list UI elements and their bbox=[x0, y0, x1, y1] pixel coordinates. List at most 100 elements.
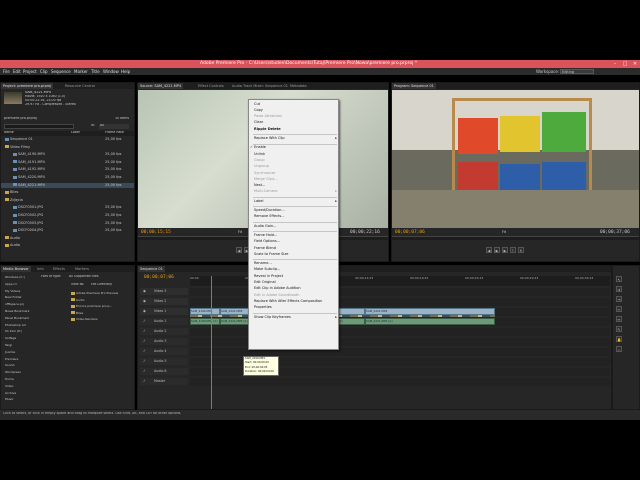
menu-edit[interactable]: Edit bbox=[13, 69, 21, 74]
track-header[interactable]: ♪ Audio 2 bbox=[140, 328, 188, 335]
project-item-row[interactable]: Audio bbox=[1, 243, 134, 248]
audio-clip[interactable]: SAM_4221.MP4 [A] bbox=[365, 318, 495, 325]
media-tree-item[interactable]: Joomla bbox=[3, 350, 39, 355]
project-item-row[interactable]: SAM_4192.MP4 25,00 fps bbox=[1, 167, 134, 172]
context-menu-item[interactable]: Audio Gain... bbox=[249, 224, 339, 230]
context-menu-item[interactable]: Properties bbox=[249, 305, 339, 311]
col-name[interactable]: Name bbox=[4, 131, 14, 135]
media-file-item[interactable]: Audio bbox=[71, 298, 133, 303]
speaker-icon[interactable]: ♪ bbox=[143, 368, 145, 375]
menu-window[interactable]: Window bbox=[103, 69, 119, 74]
zoom-tool-icon[interactable]: ⌕ bbox=[616, 346, 622, 352]
menu-file[interactable]: File bbox=[3, 69, 10, 74]
context-menu-item[interactable]: Nest... bbox=[249, 183, 339, 189]
tab-audio-mixer[interactable]: Audio Track Mixer: Sequence 01 bbox=[230, 83, 290, 89]
ripple-edit-tool-icon[interactable]: ⇥ bbox=[616, 296, 622, 302]
media-tree-item[interactable]: New Folder bbox=[3, 295, 39, 300]
project-item-row[interactable]: SAM_4190.MP4 25,00 fps bbox=[1, 152, 134, 157]
track-lane[interactable] bbox=[190, 378, 610, 386]
tab-effect-controls[interactable]: Effect Controls bbox=[196, 83, 226, 89]
context-menu-item[interactable]: Rename... bbox=[249, 261, 339, 267]
track-header[interactable]: ◉ Video 3 bbox=[140, 288, 188, 295]
media-file-item[interactable]: Biles bbox=[71, 311, 133, 316]
close-button[interactable]: ✕ bbox=[630, 60, 640, 68]
project-item-row[interactable]: Audio bbox=[1, 236, 134, 241]
maximize-button[interactable]: □ bbox=[620, 60, 630, 68]
context-menu-item[interactable]: Copy bbox=[249, 108, 339, 114]
context-menu-item[interactable]: Frame Blend bbox=[249, 246, 339, 252]
track-header[interactable]: ♪ Audio 3 bbox=[140, 338, 188, 345]
minimize-button[interactable]: – bbox=[610, 60, 620, 68]
project-item-row[interactable]: SAM_4221.MP4 25,00 fps bbox=[1, 182, 134, 188]
project-item-row[interactable]: DSCF0001.JPG 25,00 fps bbox=[1, 205, 134, 210]
timeline-timecode[interactable]: 00;00;07;06 bbox=[144, 275, 174, 280]
eye-icon[interactable]: ◉ bbox=[143, 308, 146, 315]
context-menu-item[interactable]: Remove Effects... bbox=[249, 214, 339, 220]
program-fit-select[interactable]: Fit bbox=[502, 230, 506, 234]
media-tree-item[interactable]: My Videos bbox=[3, 289, 39, 294]
media-tree-item[interactable]: Solfege bbox=[3, 336, 39, 341]
context-menu-item[interactable]: Label ▸ bbox=[249, 199, 339, 205]
menu-clip[interactable]: Clip bbox=[40, 69, 48, 74]
hand-tool-icon[interactable]: ✋ bbox=[616, 336, 622, 342]
tab-project[interactable]: Project: premiere pro.prproj bbox=[1, 83, 54, 89]
context-menu-item[interactable]: Cut bbox=[249, 102, 339, 108]
col-label[interactable]: Label bbox=[71, 131, 80, 135]
tab-markers[interactable]: Markers bbox=[73, 266, 91, 272]
media-tree-item[interactable]: Home bbox=[3, 377, 39, 382]
media-tree-item[interactable]: Music bbox=[3, 397, 39, 402]
program-timecode-current[interactable]: 00;00;07;06 bbox=[395, 230, 425, 235]
track-header[interactable]: ◉ Video 2 bbox=[140, 298, 188, 305]
speaker-icon[interactable]: ♪ bbox=[143, 338, 145, 345]
media-tree-item[interactable]: Nowa Bookmark bbox=[3, 309, 39, 314]
track-header[interactable]: ♪ Audio 5 bbox=[140, 358, 188, 365]
speaker-icon[interactable]: ♪ bbox=[143, 328, 145, 335]
context-menu-item[interactable]: Reveal in Project bbox=[249, 274, 339, 280]
media-tree-item[interactable]: Windows (C:) bbox=[3, 275, 39, 280]
source-fit-select[interactable]: Fit bbox=[238, 230, 242, 234]
track-header[interactable]: ♪ Audio 6 bbox=[140, 368, 188, 375]
menu-title[interactable]: Title bbox=[91, 69, 100, 74]
tab-media-browser[interactable]: Media Browser bbox=[1, 266, 31, 272]
video-clip[interactable]: SAM_4190.MP4 bbox=[190, 308, 220, 315]
tab-program[interactable]: Program: Sequence 01 bbox=[392, 83, 436, 89]
context-menu-item[interactable]: Edit Clip in Adobe Audition bbox=[249, 286, 339, 292]
media-file-item[interactable]: Adobe Premiere Pro Preview bbox=[71, 291, 133, 296]
speaker-icon[interactable]: ♪ bbox=[143, 348, 145, 355]
program-time-ruler[interactable] bbox=[392, 236, 639, 240]
context-menu-item[interactable]: Edit Original bbox=[249, 280, 339, 286]
extract-icon[interactable]: ⇞ bbox=[518, 247, 524, 253]
tab-sequence-01[interactable]: Sequence 01 bbox=[138, 266, 165, 272]
context-menu-item[interactable]: Make Subclip... bbox=[249, 267, 339, 273]
media-tree-item[interactable]: Panel Bookmark bbox=[3, 316, 39, 321]
tab-metadata[interactable]: Metadata bbox=[288, 83, 309, 89]
track-header[interactable]: ♪ Audio 4 bbox=[140, 348, 188, 355]
workspace-select[interactable]: Editing bbox=[560, 68, 594, 74]
media-tree-item[interactable]: Video bbox=[3, 384, 39, 389]
context-menu-item[interactable]: Scale to Frame Size bbox=[249, 252, 339, 258]
slip-tool-icon[interactable]: ↔ bbox=[616, 316, 622, 322]
track-header[interactable]: ♪ Master bbox=[140, 378, 188, 385]
selection-tool-icon[interactable]: ↖ bbox=[616, 276, 622, 282]
media-tree-item[interactable]: Photoshop Ad bbox=[3, 323, 39, 328]
track-header[interactable]: ♪ Audio 1 bbox=[140, 318, 188, 325]
project-item-row[interactable]: DSCF0002.JPG 25,00 fps bbox=[1, 213, 134, 218]
tab-info[interactable]: Info bbox=[35, 266, 46, 272]
menu-project[interactable]: Project bbox=[23, 69, 37, 74]
media-tree-item[interactable]: Archive bbox=[3, 391, 39, 396]
col-frame-rate[interactable]: Frame Rate bbox=[105, 131, 124, 135]
files-of-type-select[interactable]: All Supported Files bbox=[69, 275, 99, 279]
menu-marker[interactable]: Marker bbox=[74, 69, 88, 74]
track-select-tool-icon[interactable]: ⇉ bbox=[616, 286, 622, 292]
track-header[interactable]: ◉ Video 1 bbox=[140, 308, 188, 315]
media-tree-item[interactable]: Sh Kick (E:) bbox=[3, 329, 39, 334]
view-as-select[interactable]: File Directory bbox=[91, 283, 112, 287]
context-menu-item[interactable]: Replace With Clip ▸ bbox=[249, 136, 339, 142]
tab-resource-central[interactable]: Resource Central bbox=[63, 83, 97, 89]
context-menu-item[interactable]: Frame Hold... bbox=[249, 233, 339, 239]
media-tree-item[interactable]: Premiere bbox=[3, 357, 39, 362]
project-item-row[interactable]: SAM_4191.MP4 25,00 fps bbox=[1, 160, 134, 165]
context-menu-item[interactable]: Field Options... bbox=[249, 239, 339, 245]
context-menu-item[interactable]: Unlink bbox=[249, 152, 339, 158]
context-menu-item[interactable]: Replace With After Effects Composition bbox=[249, 299, 339, 305]
